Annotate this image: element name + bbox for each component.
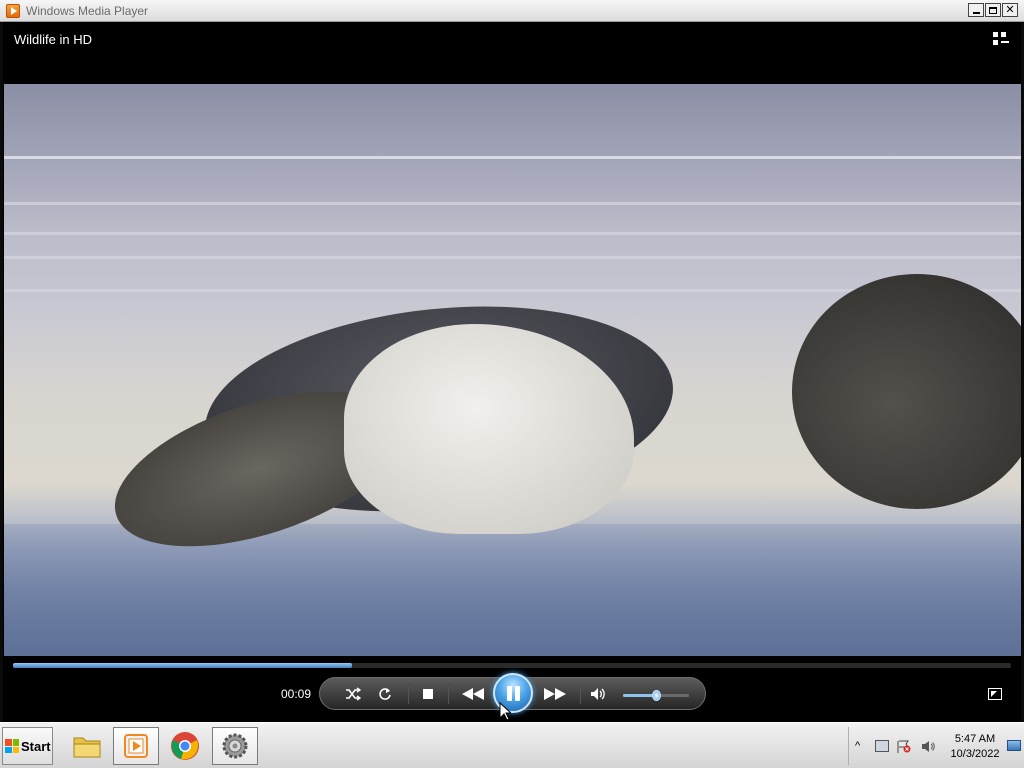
fullscreen-button[interactable] xyxy=(988,688,1002,700)
taskbar-media-player[interactable] xyxy=(113,727,159,765)
previous-button[interactable] xyxy=(460,686,486,702)
previous-icon xyxy=(462,688,484,700)
maximize-button[interactable] xyxy=(985,3,1001,17)
next-icon xyxy=(544,688,566,700)
window-controls: ✕ xyxy=(968,3,1018,17)
show-desktop-button[interactable] xyxy=(1007,740,1021,751)
windows-logo-icon xyxy=(5,739,19,753)
window-title: Windows Media Player xyxy=(26,4,149,18)
show-hidden-icons-button[interactable]: ^ xyxy=(855,740,869,752)
switch-to-library-button[interactable] xyxy=(993,32,1009,46)
close-button[interactable]: ✕ xyxy=(1002,3,1018,17)
now-playing-title: Wildlife in HD xyxy=(14,32,93,47)
settings-gear-icon xyxy=(222,733,248,759)
chevron-up-icon: ^ xyxy=(855,740,861,752)
volume-tray-icon[interactable] xyxy=(921,740,935,752)
video-frame[interactable] xyxy=(4,84,1021,656)
start-button[interactable]: Start xyxy=(2,727,53,765)
taskbar-file-explorer[interactable] xyxy=(64,727,110,765)
volume-slider[interactable] xyxy=(623,690,689,701)
action-center-flag-icon[interactable] xyxy=(897,740,911,753)
chrome-icon xyxy=(171,732,199,760)
start-label: Start xyxy=(21,738,51,754)
shuffle-icon xyxy=(346,687,361,701)
seal-right xyxy=(792,274,1021,509)
clock-time: 5:47 AM xyxy=(954,733,996,745)
seek-bar[interactable] xyxy=(13,663,1011,668)
player-area: Wildlife in HD 00:09 xyxy=(3,22,1021,722)
close-icon: ✕ xyxy=(1005,3,1015,16)
clock-date: 10/3/2022 xyxy=(950,748,1000,760)
stop-button[interactable] xyxy=(420,686,436,702)
seek-bar-progress xyxy=(13,663,353,668)
system-tray: ^ 5:47 AM 10/3/2022 xyxy=(848,727,1024,765)
stop-icon xyxy=(423,689,433,699)
speaker-icon xyxy=(591,688,605,700)
elapsed-time: 00:09 xyxy=(281,687,312,701)
network-icon[interactable] xyxy=(875,740,889,752)
media-player-icon xyxy=(124,734,148,758)
mute-button[interactable] xyxy=(588,686,608,702)
folder-icon xyxy=(73,737,101,758)
maximize-icon xyxy=(989,6,997,14)
repeat-button[interactable] xyxy=(376,686,394,702)
next-button[interactable] xyxy=(542,686,568,702)
taskbar-settings-app[interactable] xyxy=(212,727,258,765)
minimize-icon xyxy=(972,12,980,14)
taskbar-chrome[interactable] xyxy=(162,727,208,765)
repeat-icon xyxy=(379,688,391,700)
taskbar: Start ^ 5:47 AM 10/3/2022 xyxy=(0,722,1024,768)
minimize-button[interactable] xyxy=(968,3,984,17)
volume-thumb[interactable] xyxy=(652,690,661,701)
media-player-app-icon xyxy=(6,4,20,18)
mouse-cursor-icon xyxy=(499,702,511,721)
shuffle-button[interactable] xyxy=(344,686,362,702)
taskbar-clock[interactable]: 5:47 AM 10/3/2022 xyxy=(949,732,1001,762)
window-titlebar[interactable]: Windows Media Player ✕ xyxy=(0,0,1024,22)
